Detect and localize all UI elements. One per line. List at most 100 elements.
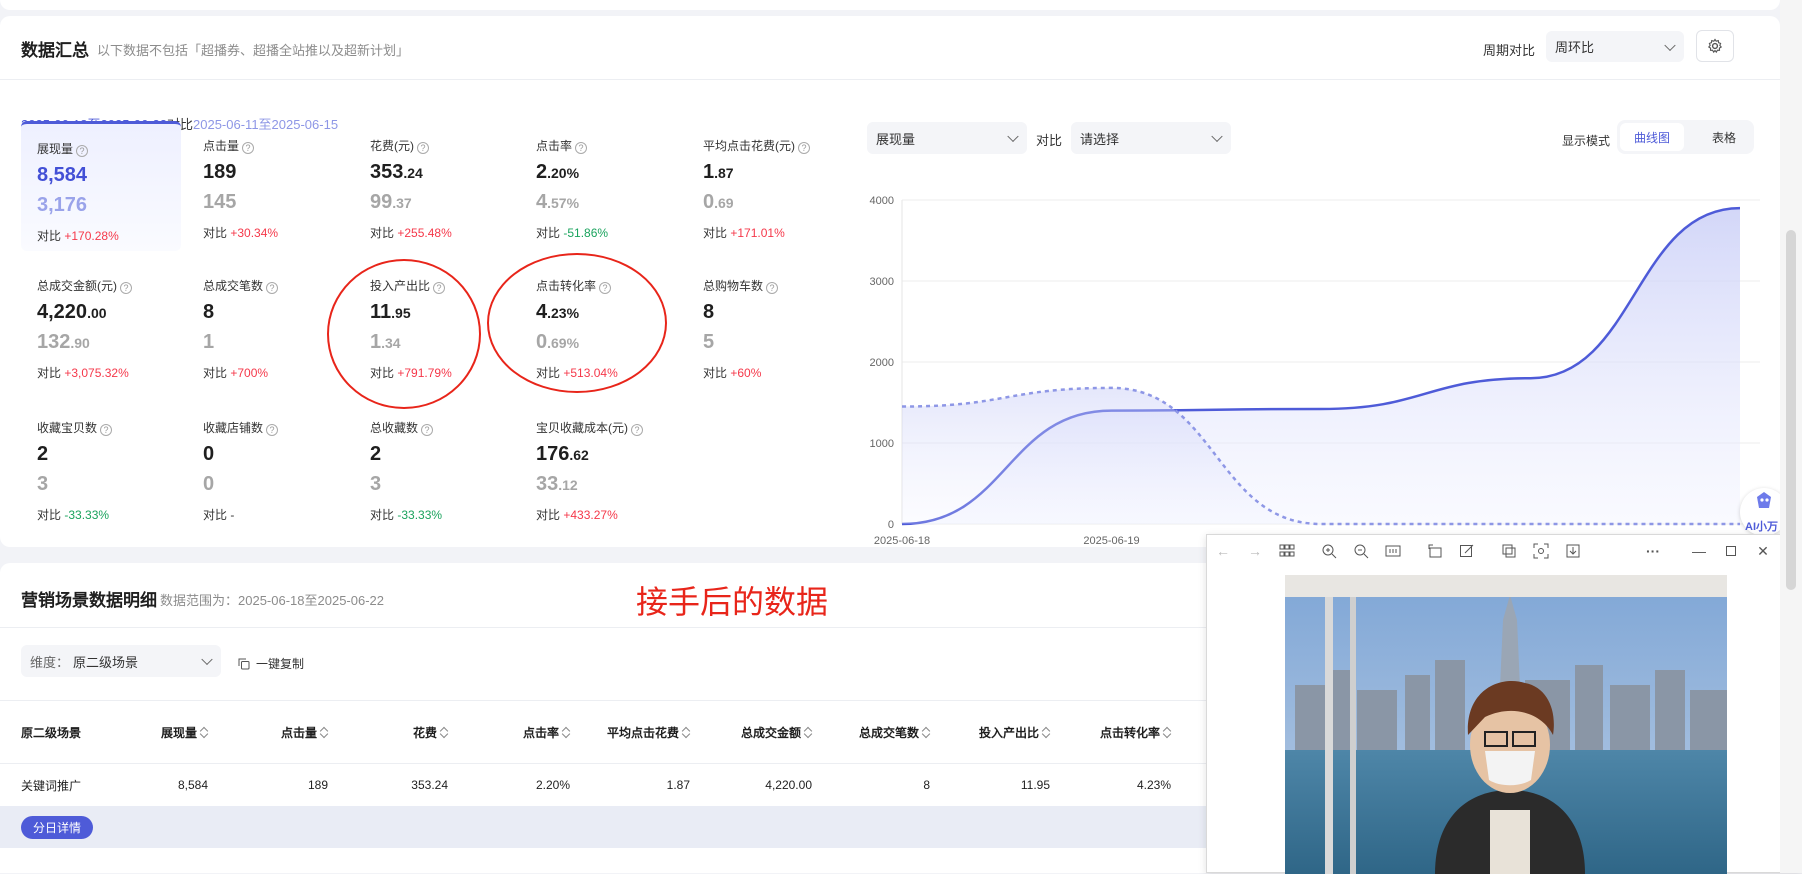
metric-value: 8 <box>703 301 715 323</box>
metric-card[interactable]: 花费(元)? 353.24 99.37 对比 +255.48% <box>354 121 514 251</box>
column-header[interactable]: 花费 <box>338 701 448 763</box>
forward-arrow-icon[interactable]: → <box>1247 543 1263 559</box>
metric-card[interactable]: 点击率? 2.20% 4.57% 对比 -51.86% <box>520 121 680 251</box>
column-header[interactable]: 点击量 <box>218 701 328 763</box>
metric-previous-value: 5 <box>703 331 715 353</box>
metric-value: 353.24 <box>370 161 423 183</box>
help-icon[interactable]: ? <box>120 282 132 294</box>
period-compare-value: 周环比 <box>1555 40 1595 55</box>
sort-icon[interactable] <box>1043 727 1050 738</box>
help-icon[interactable]: ? <box>417 142 429 154</box>
close-icon[interactable]: ✕ <box>1755 543 1771 559</box>
help-icon[interactable]: ? <box>76 145 89 157</box>
help-icon[interactable]: ? <box>766 282 779 294</box>
settings-button[interactable] <box>1696 30 1734 62</box>
chevron-down-icon <box>1664 39 1676 51</box>
metric-card[interactable]: 收藏店铺数? 0 0 对比 - <box>187 403 347 533</box>
photo-image <box>1285 575 1727 874</box>
viewer-photo <box>1285 575 1727 874</box>
column-header[interactable]: 点击转化率 <box>1061 701 1171 763</box>
chart-vs-select[interactable]: 请选择 <box>1071 122 1231 154</box>
metric-card[interactable]: 展现量? 8,584 3,176 对比 +170.28% <box>21 121 181 251</box>
scrollbar-thumb[interactable] <box>1786 230 1796 590</box>
page-scrollbar[interactable] <box>1780 0 1802 873</box>
metric-change: +433.27% <box>563 508 618 522</box>
metric-card[interactable]: 总收藏数? 2 3 对比 -33.33% <box>354 403 514 533</box>
column-header-scene: 原二级场景 <box>21 725 82 740</box>
metric-previous-value: 3,176 <box>37 194 88 216</box>
column-header[interactable]: 总成交笔数 <box>820 701 930 763</box>
download-icon[interactable] <box>1565 543 1581 559</box>
column-header[interactable]: 投入产出比 <box>940 701 1050 763</box>
sort-icon[interactable] <box>563 727 570 738</box>
sort-icon[interactable] <box>1164 727 1171 738</box>
metric-card[interactable]: 平均点击花费(元)? 1.87 0.69 对比 +171.01% <box>687 121 847 251</box>
rotate-icon[interactable] <box>1427 543 1443 559</box>
metric-compare: 对比 +30.34% <box>203 226 279 240</box>
table-cell: 8 <box>923 778 930 792</box>
actual-size-icon[interactable] <box>1385 543 1401 559</box>
copy-all-label: 一键复制 <box>256 657 305 671</box>
screenshot-icon[interactable] <box>1533 543 1549 559</box>
sort-icon[interactable] <box>321 727 328 738</box>
column-header[interactable]: 展现量 <box>98 701 208 763</box>
metric-value: 189 <box>203 161 237 183</box>
metric-card[interactable]: 收藏宝贝数? 2 3 对比 -33.33% <box>21 403 181 533</box>
grid-view-icon[interactable] <box>1279 543 1295 559</box>
maximize-icon[interactable] <box>1723 543 1739 559</box>
metric-change: +170.28% <box>64 229 119 243</box>
metric-change: +171.01% <box>730 226 785 240</box>
metric-label: 总收藏数? <box>370 419 434 436</box>
metric-change: +30.34% <box>230 226 279 240</box>
period-compare-select[interactable]: 周环比 <box>1546 31 1684 62</box>
table-cell: 4,220.00 <box>765 778 812 792</box>
table-row[interactable]: 关键词推广 8,584 189 353.24 2.20% 1.87 4,220.00 8 11.… <box>0 764 1206 806</box>
table-header: 原二级场景 展现量 点击量 花费 点击率 平均点击花费 总成交金额 总成交笔数 投入产出比 点击转… <box>0 700 1206 764</box>
metric-value: 8,584 <box>37 164 88 186</box>
handwritten-annotation: 接手后的数据 <box>636 584 829 620</box>
back-arrow-icon[interactable]: ← <box>1215 543 1231 559</box>
metric-label: 收藏宝贝数? <box>37 419 113 436</box>
column-header[interactable]: 总成交金额 <box>702 701 812 763</box>
mode-curve-button[interactable]: 曲线图 <box>1620 123 1684 151</box>
sort-icon[interactable] <box>805 727 812 738</box>
help-icon[interactable]: ? <box>575 142 588 154</box>
dimension-select[interactable]: 维度： 原二级场景 <box>21 645 221 677</box>
metric-card[interactable]: 总购物车数? 8 5 对比 +60% <box>687 261 847 391</box>
metric-card[interactable]: 点击量? 189 145 对比 +30.34% <box>187 121 347 251</box>
copy-all-button[interactable]: 一键复制 <box>238 655 304 672</box>
mode-table-button[interactable]: 表格 <box>1696 123 1752 151</box>
metric-change: - <box>230 508 235 522</box>
metric-compare: 对比 -51.86% <box>536 226 609 240</box>
annotation-circle-conversion <box>487 253 667 393</box>
help-icon[interactable]: ? <box>266 282 279 294</box>
table-cell: 2.20% <box>535 778 570 792</box>
more-icon[interactable]: ··· <box>1645 543 1661 559</box>
metric-card[interactable]: 总成交笔数? 8 1 对比 +700% <box>187 261 347 391</box>
help-icon[interactable]: ? <box>100 424 113 436</box>
help-icon[interactable]: ? <box>266 424 279 436</box>
zoom-out-icon[interactable] <box>1353 543 1369 559</box>
help-icon[interactable]: ? <box>798 142 810 154</box>
metric-value: 2 <box>370 443 382 465</box>
trend-line-chart: 010002000300040002025-06-182025-06-19202… <box>870 195 1766 546</box>
metric-card[interactable]: 总成交金额(元)? 4,220.00 132.90 对比 +3,075.32% <box>21 261 181 391</box>
chart-metric-select[interactable]: 展现量 <box>867 122 1027 154</box>
zoom-in-icon[interactable] <box>1321 543 1337 559</box>
copy-image-icon[interactable] <box>1501 543 1517 559</box>
sort-icon[interactable] <box>201 727 208 738</box>
metric-label: 点击量? <box>203 137 255 154</box>
metric-card[interactable]: 宝贝收藏成本(元)? 176.62 33.12 对比 +433.27% <box>520 403 680 533</box>
metric-compare: 对比 +3,075.32% <box>37 366 129 380</box>
minimize-icon[interactable]: — <box>1691 543 1707 559</box>
sort-icon[interactable] <box>441 727 448 738</box>
edit-icon[interactable] <box>1459 543 1475 559</box>
daily-detail-button[interactable]: 分日详情 <box>21 816 94 839</box>
sort-icon[interactable] <box>683 727 690 738</box>
column-header[interactable]: 平均点击花费 <box>580 701 690 763</box>
help-icon[interactable]: ? <box>242 142 255 154</box>
column-header[interactable]: 点击率 <box>460 701 570 763</box>
help-icon[interactable]: ? <box>421 424 434 436</box>
help-icon[interactable]: ? <box>631 424 643 436</box>
sort-icon[interactable] <box>923 727 930 738</box>
